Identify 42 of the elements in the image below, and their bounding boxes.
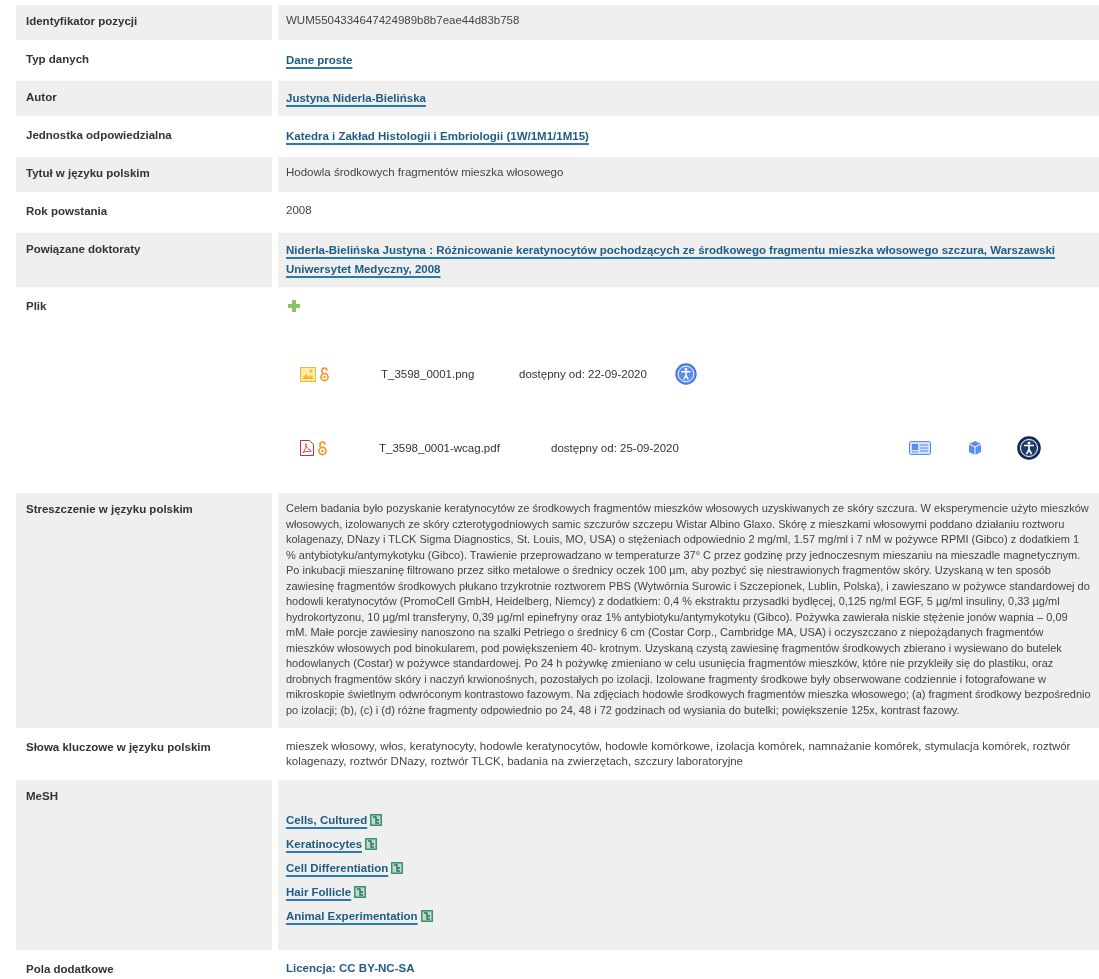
- availability-date: dostępny od: 25-09-2020: [551, 440, 679, 456]
- field-label: Jednostka odpowiedzialna: [25, 128, 173, 143]
- field-label: Streszczenie w języku polskim: [16, 493, 272, 728]
- field-label: Pola dodatkowe: [25, 962, 115, 977]
- file-name[interactable]: T_3598_0001-wcag.pdf: [379, 440, 547, 456]
- mesh-term-link[interactable]: Cells, Cultured: [286, 810, 368, 830]
- mesh-tree-icon[interactable]: [391, 862, 404, 874]
- mesh-term-link[interactable]: Animal Experimentation: [286, 906, 418, 926]
- image-file-icon: [300, 366, 316, 382]
- field-label: Rok powstania: [25, 204, 109, 219]
- field-value: Hodowla środkowych fragmentów mieszka włosowego: [286, 166, 564, 178]
- field-label: Słowa kluczowe w języku polskim: [25, 740, 212, 755]
- field-label: Tytuł w języku polskim: [16, 157, 272, 192]
- open-access-icon: [318, 440, 327, 456]
- accessibility-icon[interactable]: [1017, 436, 1041, 460]
- field-value: 2008: [286, 204, 312, 216]
- field-value: WUM5504334647424989b8b7eae44d83b758: [286, 14, 520, 26]
- field-link[interactable]: Katedra i Zakład Histologii i Embriologii (1W/1M1/1M15): [286, 127, 589, 146]
- mesh-term-link[interactable]: Keratinocytes: [286, 834, 363, 854]
- field-label: Identyfikator pozycji: [16, 5, 272, 40]
- license-text: Licencja: CC BY-NC-SA: [286, 962, 415, 974]
- field-link[interactable]: Dane proste: [286, 51, 353, 70]
- availability-date: dostępny od: 22-09-2020: [519, 366, 647, 382]
- field-label: Typ danych: [25, 52, 91, 67]
- field-link[interactable]: Justyna Niderla-Bielińska: [286, 89, 426, 108]
- field-label: Autor: [16, 81, 272, 116]
- open-access-icon: [320, 366, 329, 382]
- abstract-text: Celem badania było pozyskanie keratynocytów ze środkowych fragmentów mieszków włosowych uzyskiwanych ze skóry szczura. W eksperymencie użyto mieszków włosowych, izolowanych ze skóry czterotygodniowych samic szczurów szczepu Wistar Albino Glaxo. Skórę z mieszkami włosowymi poddano działaniu roztworu kolagenazy, DNazy i TLCK Sigma Diagnostics, St. Louis, MO, USA) o stężeniach odpowiednio 2 mg/ml, 1.57 mg/ml i 7 nM w pożywce RPMI (Gibco) z dodatkiem 1 % antybiotyku/antymykotyku (Gibco). Trawienie przeprowadzano w temperaturze 37° C przez godzinę przy jednoczesnym mieszaniu na mieszadle magnetycznym. Po inkubacji mieszaninę filtrowano przez sitko metalowe o średnicy oczek 100 µm, aby pozbyć się niestrawionych fragmentów skóry. Uzyskaną w ten sposób zawiesinę fragmentów środkowych płukano trzykrotnie roztworem PBS (Wytwórnia Surowic i Szczepionek, Lublin, Polska), i zawieszano w pożywce standardowej do hodowli keratynocytów (PromoCell GmbH, Heidelberg, Niemcy) z dodatkiem: 0,4 % ekstraktu przysadki bydlęcej, 0,125 ng/ml EGF, 5 µg/ml insuliny, 0,33 µg/ml hydrokortyzonu, 10 µg/ml transferyny, 0,39 µg/ml epinefryny oraz 1% antybiotyku/antymykotyku (Gibco). Pożywka zawierała niskie stężenie jonów wapnia – 0,09 mM. Małe porcje zawiesiny nanoszono na szalki Petriego o średnicy 6 cm (Costar Corp., Cambridge MA, USA) i oczyszczano z niepożądanych fragmentów mieszków włosowych pod binokularem, pod powiększeniem 40- krotnym. Uzyskaną czystą zawiesinę fragmentów środkowych zbierano i wysiewano do butelek hodowlanych (Costar) w pożywce standardowej. Po 24 h pożywkę zmieniano w celu usunięcia fragmentów mieszków, które nie przykleiły się do plastiku, oraz drobnych fragmentów skóry i naczyń krwionośnych, pozostałych po izolacji. Izolowane fragmenty środkowe były obserwowane codziennie i fotografowane w mikroskopie świetlnym odwróconym kontrastowo fazowym. Na zdjęciach hodowle środkowych fragmentów mieszka włosowego; (a) fragment środkowy bezpośrednio po izolacji; (b), (c) i (d) różne fragmenty odpowiednio po 24, 48 i 72 godzinach od wysiania do butelki; powiększenie 125x, kontrast fazowy.: [286, 501, 1091, 718]
- field-value: mieszek włosowy, włos, keratynocyty, hodowle keratynocytów, hodowle komórkowe, izolacja komórek, namnażanie komórek, stymulacja komórek, roztwór kolagenazy, roztwór DNazy, roztwór TLCK, badania na zwierzętach, szczury laboratoryjne: [286, 740, 1071, 767]
- mesh-tree-icon[interactable]: [365, 838, 378, 850]
- mesh-tree-icon[interactable]: [420, 910, 433, 922]
- file-name[interactable]: T_3598_0001.png: [381, 366, 515, 382]
- mesh-term-link[interactable]: Hair Follicle: [286, 882, 352, 902]
- id-card-icon[interactable]: [909, 441, 931, 455]
- cube-icon[interactable]: [967, 440, 983, 456]
- field-label: MeSH: [16, 780, 272, 950]
- field-label: Powiązane doktoraty: [16, 233, 272, 287]
- mesh-term-link[interactable]: Cell Differentiation: [286, 858, 389, 878]
- field-label: Plik: [25, 299, 48, 314]
- pdf-file-icon: [300, 440, 314, 456]
- mesh-tree-icon[interactable]: [370, 814, 383, 826]
- mesh-tree-icon[interactable]: [354, 886, 367, 898]
